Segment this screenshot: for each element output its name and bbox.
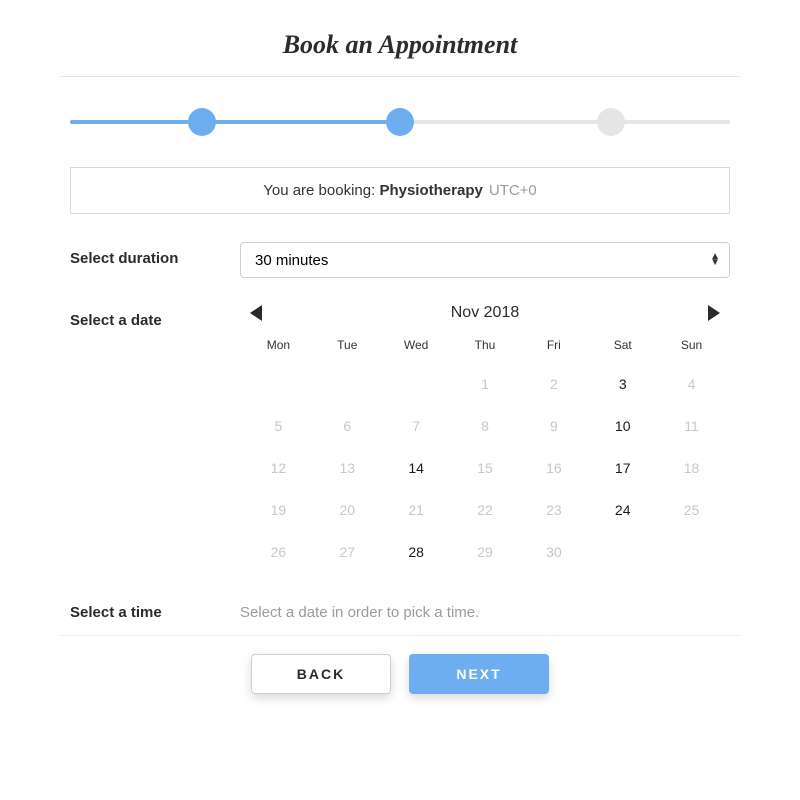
calendar-day bbox=[313, 366, 382, 402]
progress-stepper bbox=[70, 101, 730, 143]
calendar-day[interactable]: 28 bbox=[382, 534, 451, 570]
calendar-grid: MonTueWedThuFriSatSun1234567891011121314… bbox=[240, 328, 730, 570]
calendar-weekday: Tue bbox=[313, 338, 382, 360]
stepper-step-3 bbox=[597, 108, 625, 136]
page-title: Book an Appointment bbox=[70, 30, 730, 60]
footer-actions: BACK NEXT bbox=[70, 654, 730, 714]
calendar-day: 15 bbox=[451, 450, 520, 486]
calendar-day: 13 bbox=[313, 450, 382, 486]
calendar-day[interactable]: 24 bbox=[588, 492, 657, 528]
calendar-day[interactable]: 3 bbox=[588, 366, 657, 402]
calendar-day: 23 bbox=[519, 492, 588, 528]
time-row: Select a time Select a date in order to … bbox=[70, 596, 730, 621]
calendar-weekday: Fri bbox=[519, 338, 588, 360]
date-label: Select a date bbox=[70, 304, 240, 329]
calendar-day: 2 bbox=[519, 366, 588, 402]
booking-prefix: You are booking: bbox=[263, 182, 379, 199]
calendar-day: 8 bbox=[451, 408, 520, 444]
calendar-day: 6 bbox=[313, 408, 382, 444]
calendar-day bbox=[382, 366, 451, 402]
duration-select[interactable]: 30 minutes bbox=[240, 242, 730, 278]
calendar-weekday: Mon bbox=[244, 338, 313, 360]
next-button[interactable]: NEXT bbox=[409, 654, 549, 694]
stepper-step-1 bbox=[188, 108, 216, 136]
calendar-day: 20 bbox=[313, 492, 382, 528]
divider bbox=[60, 76, 740, 77]
calendar-weekday: Sun bbox=[657, 338, 726, 360]
calendar-day: 7 bbox=[382, 408, 451, 444]
calendar-weekday: Wed bbox=[382, 338, 451, 360]
booking-timezone: UTC+0 bbox=[489, 182, 537, 199]
time-hint: Select a date in order to pick a time. bbox=[240, 596, 730, 621]
calendar-next-icon[interactable] bbox=[708, 305, 720, 321]
calendar-day: 22 bbox=[451, 492, 520, 528]
calendar-day: 4 bbox=[657, 366, 726, 402]
duration-select-wrap: 30 minutes ▲▼ bbox=[240, 242, 730, 278]
back-button[interactable]: BACK bbox=[251, 654, 391, 694]
stepper-track-fill bbox=[70, 120, 400, 124]
calendar-day: 16 bbox=[519, 450, 588, 486]
calendar-day: 25 bbox=[657, 492, 726, 528]
calendar-day bbox=[657, 534, 726, 570]
calendar-day: 18 bbox=[657, 450, 726, 486]
calendar-day: 21 bbox=[382, 492, 451, 528]
calendar-header: Nov 2018 bbox=[240, 304, 730, 328]
booking-summary-box: You are booking: Physiotherapy UTC+0 bbox=[70, 167, 730, 214]
duration-label: Select duration bbox=[70, 242, 240, 267]
calendar-day: 27 bbox=[313, 534, 382, 570]
calendar-month-label: Nov 2018 bbox=[451, 304, 520, 322]
calendar-day: 1 bbox=[451, 366, 520, 402]
calendar-prev-icon[interactable] bbox=[250, 305, 262, 321]
calendar-day bbox=[244, 366, 313, 402]
calendar-day: 26 bbox=[244, 534, 313, 570]
duration-row: Select duration 30 minutes ▲▼ bbox=[70, 242, 730, 278]
booking-service-name: Physiotherapy bbox=[379, 182, 482, 199]
calendar-day: 19 bbox=[244, 492, 313, 528]
calendar-day: 5 bbox=[244, 408, 313, 444]
calendar-weekday: Thu bbox=[451, 338, 520, 360]
calendar-day[interactable]: 14 bbox=[382, 450, 451, 486]
date-row: Select a date Nov 2018 MonTueWedThuFriSa… bbox=[70, 304, 730, 570]
stepper-step-2 bbox=[386, 108, 414, 136]
calendar-day: 29 bbox=[451, 534, 520, 570]
calendar-day[interactable]: 10 bbox=[588, 408, 657, 444]
calendar-day: 11 bbox=[657, 408, 726, 444]
calendar-day: 30 bbox=[519, 534, 588, 570]
calendar-day: 12 bbox=[244, 450, 313, 486]
footer-divider bbox=[60, 635, 740, 636]
calendar-day: 9 bbox=[519, 408, 588, 444]
calendar-day[interactable]: 17 bbox=[588, 450, 657, 486]
time-label: Select a time bbox=[70, 596, 240, 621]
calendar-day bbox=[588, 534, 657, 570]
calendar-weekday: Sat bbox=[588, 338, 657, 360]
